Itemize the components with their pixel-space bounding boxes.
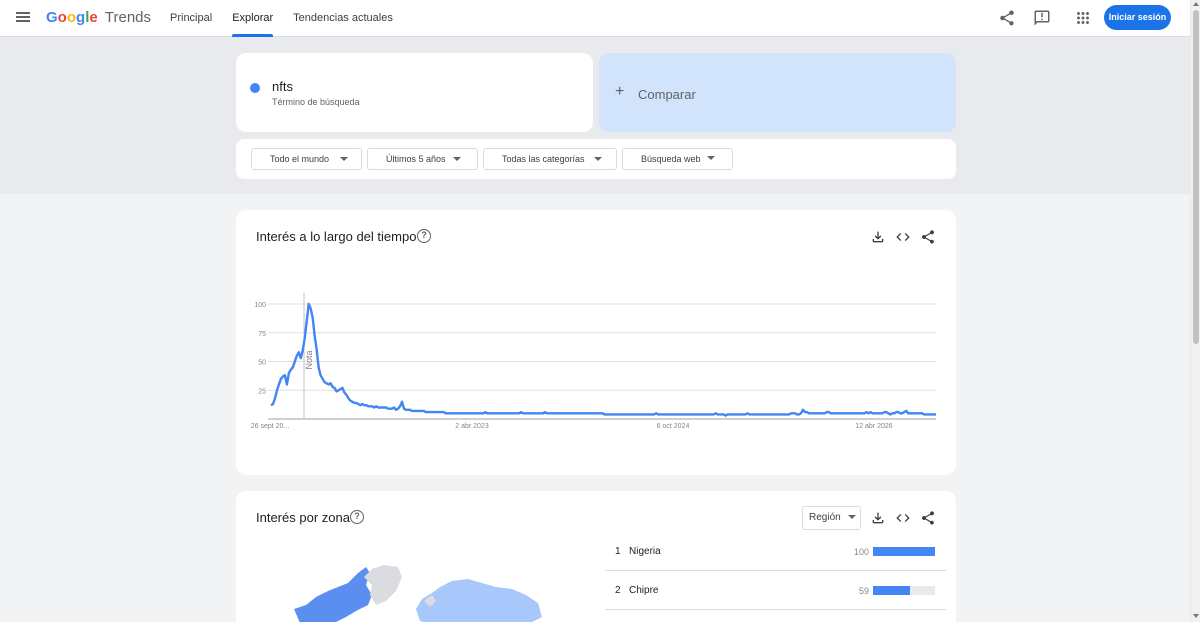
region-filter-label: Todo el mundo: [270, 154, 330, 164]
region-value: 59: [858, 586, 869, 596]
nav-tendencias-actuales[interactable]: Tendencias actuales: [283, 0, 403, 37]
region-name: Nigeria: [629, 546, 661, 557]
caret-down-icon: [453, 157, 461, 161]
period-filter-label: Últimos 5 años: [386, 154, 446, 164]
x-tick-label: 26 sept 20...: [251, 423, 290, 430]
caret-down-icon: [340, 157, 348, 161]
sign-in-button[interactable]: Iniciar sesión: [1104, 5, 1171, 30]
y-tick-label: 75: [258, 331, 266, 338]
region-rank-number: 2: [615, 585, 621, 596]
scroll-up-arrow-icon[interactable]: [1193, 2, 1199, 6]
main-nav: Principal Explorar Tendencias actuales: [160, 0, 403, 37]
region-value-bar: [873, 547, 935, 556]
category-filter-label: Todas las categorías: [502, 154, 585, 164]
interest-over-time-card: Interés a lo largo del tiempo ? Nota 100…: [236, 210, 956, 475]
compare-label: Comparar: [638, 87, 696, 102]
search-term-type: Término de búsqueda: [272, 97, 360, 107]
search-property-label: Búsqueda web: [641, 154, 701, 164]
map-region-north-america[interactable]: [294, 567, 372, 622]
interest-line-chart: Nota 100 75 50 25 26 sept 20... 2 abr 2023 6 …: [251, 293, 936, 430]
interest-by-region-card: Interés por zona ? Región 1 Nigeria 100 2 Ch…: [236, 491, 956, 622]
resolution-select[interactable]: Región: [802, 506, 861, 530]
world-map[interactable]: [286, 561, 546, 622]
x-tick-label: 12 abr 2026: [855, 423, 892, 430]
region-value-bar: [873, 586, 910, 595]
y-tick-label: 25: [258, 388, 266, 395]
period-filter[interactable]: Últimos 5 años: [367, 148, 478, 170]
caret-down-icon: [848, 515, 856, 519]
top-app-bar: Google Trends Principal Explorar Tendenc…: [0, 0, 1190, 37]
share-icon[interactable]: [998, 9, 1016, 27]
region-rank-row[interactable]: 2 Chipre 59: [605, 571, 946, 610]
page-scrollbar[interactable]: [1190, 0, 1200, 622]
scroll-thumb[interactable]: [1193, 10, 1199, 344]
help-icon[interactable]: ?: [350, 510, 364, 524]
google-trends-logo[interactable]: Google Trends: [46, 9, 151, 26]
caret-down-icon: [707, 156, 715, 160]
filters-bar: Todo el mundo Últimos 5 años Todas las c…: [236, 139, 956, 179]
region-filter[interactable]: Todo el mundo: [251, 148, 362, 170]
share-icon[interactable]: [920, 510, 936, 526]
logo-google: Google: [46, 9, 98, 26]
embed-code-icon[interactable]: [895, 510, 911, 526]
caret-down-icon: [594, 157, 602, 161]
region-value-bar-track: [873, 547, 935, 556]
region-rank-number: 1: [615, 546, 621, 557]
y-tick-label: 50: [258, 360, 266, 367]
download-icon[interactable]: [870, 510, 886, 526]
nav-principal[interactable]: Principal: [160, 0, 222, 37]
search-term[interactable]: nfts: [272, 79, 293, 94]
x-tick-label: 6 oct 2024: [657, 423, 690, 430]
category-filter[interactable]: Todas las categorías: [483, 148, 617, 170]
series-line-nfts[interactable]: [270, 302, 936, 417]
plus-icon: +: [615, 83, 625, 100]
y-tick-label: 100: [254, 302, 266, 309]
compare-button[interactable]: + Comparar: [599, 53, 956, 132]
scroll-down-arrow-icon[interactable]: [1193, 614, 1199, 618]
search-term-card[interactable]: nfts Término de búsqueda: [236, 53, 593, 132]
term-color-dot: [250, 83, 260, 93]
nav-explorar[interactable]: Explorar: [222, 0, 283, 37]
apps-grid-icon[interactable]: [1074, 9, 1092, 27]
note-marker-label[interactable]: Nota: [304, 350, 314, 369]
menu-icon[interactable]: [14, 10, 32, 26]
search-property-filter[interactable]: Búsqueda web: [622, 148, 733, 170]
region-rank-row[interactable]: 1 Nigeria 100: [605, 532, 946, 571]
x-tick-label: 2 abr 2023: [455, 423, 489, 430]
logo-trends: Trends: [104, 9, 152, 26]
region-value-bar-track: [873, 586, 935, 595]
resolution-select-label: Región: [809, 512, 841, 523]
region-name: Chipre: [629, 585, 659, 596]
interest-by-region-title: Interés por zona: [256, 510, 350, 525]
region-value: 100: [853, 547, 869, 557]
feedback-icon[interactable]: [1033, 9, 1051, 27]
